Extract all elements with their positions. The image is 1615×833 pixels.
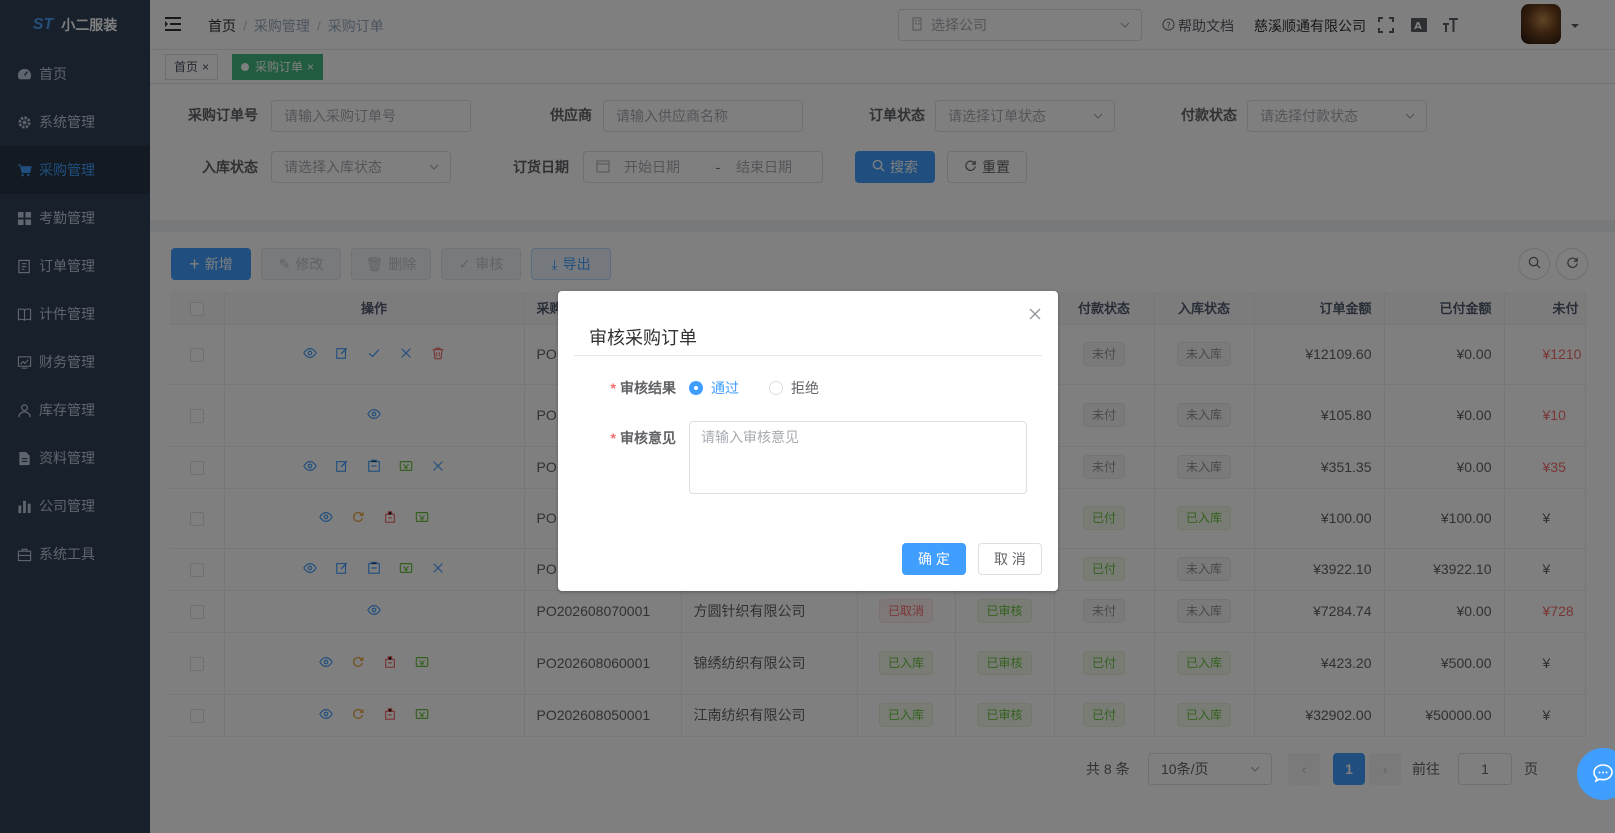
radio-reject[interactable]: 拒绝 xyxy=(769,378,819,398)
audit-dialog: 审核采购订单 * 审核结果 通过 拒绝 * 审核意见 请输入审核意见 确 定 取 消 xyxy=(558,291,1058,591)
dialog-title: 审核采购订单 xyxy=(589,328,697,348)
radio-pass[interactable]: 通过 xyxy=(689,378,739,398)
chat-icon xyxy=(1592,762,1614,787)
cancel-button[interactable]: 取 消 xyxy=(978,543,1042,575)
confirm-button[interactable]: 确 定 xyxy=(902,543,966,575)
opinion-label: * 审核意见 xyxy=(610,430,676,446)
result-label: * 审核结果 xyxy=(610,380,676,396)
opinion-textarea[interactable]: 请输入审核意见 xyxy=(689,421,1027,494)
dialog-divider xyxy=(574,355,1042,356)
close-icon[interactable] xyxy=(1028,307,1042,324)
